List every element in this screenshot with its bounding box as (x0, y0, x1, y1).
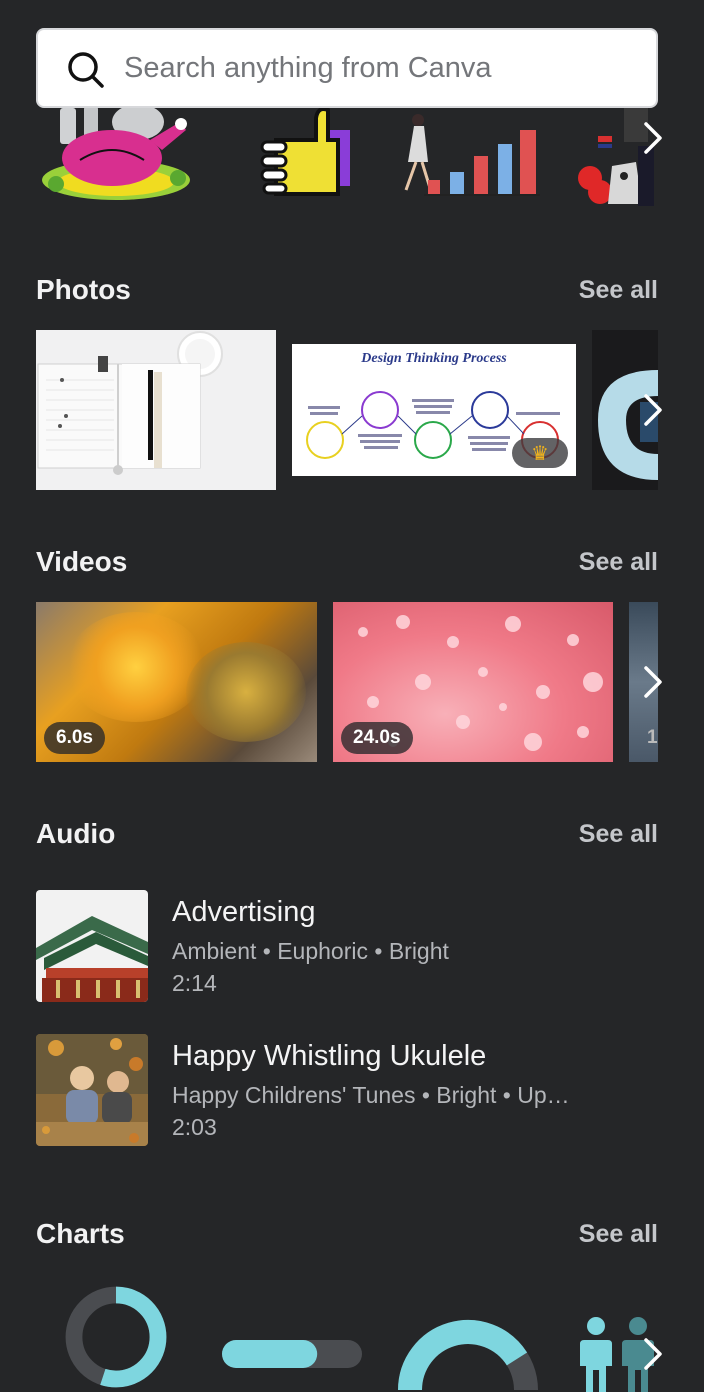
audio-track-thumbnail (36, 890, 148, 1002)
progress-bar-chart[interactable] (222, 1340, 362, 1368)
gauge-chart-value-arc (398, 1320, 528, 1391)
roast-turkey-graphic[interactable] (40, 100, 192, 208)
video-duration-badge: 6.0s (44, 722, 105, 754)
photos-next-arrow-icon[interactable] (636, 390, 670, 430)
audio-track-row[interactable]: Advertising Ambient • Euphoric • Bright … (36, 890, 658, 1002)
search-bar[interactable] (36, 28, 658, 108)
search-input[interactable] (124, 30, 644, 106)
audio-track-duration: 2:14 (172, 970, 217, 996)
audio-track-title: Advertising (172, 896, 316, 928)
gauge-chart[interactable] (396, 1310, 540, 1392)
videos-see-all-link[interactable]: See all (579, 548, 658, 577)
design-thinking-photo[interactable]: Design Thinking Process ♛ (292, 344, 576, 476)
video-duration-badge: 1 (647, 727, 658, 748)
audio-track-meta: Happy Childrens' Tunes • Bright • Upbeat (172, 1082, 572, 1108)
water-drops-video[interactable]: 24.0s (333, 602, 613, 762)
audio-track-title: Happy Whistling Ukulele (172, 1040, 487, 1072)
video-duration-badge: 24.0s (341, 722, 413, 754)
videos-section-title: Videos (36, 546, 128, 577)
fire-video[interactable]: 6.0s (36, 602, 317, 762)
photos-see-all-link[interactable]: See all (579, 276, 658, 305)
audio-see-all-link[interactable]: See all (579, 820, 658, 849)
charts-section-title: Charts (36, 1218, 125, 1249)
notebook-photo[interactable] (36, 330, 276, 490)
graphics-next-arrow-icon[interactable] (636, 118, 670, 158)
premium-crown-icon: ♛ (512, 438, 568, 468)
videos-next-arrow-icon[interactable] (636, 662, 670, 702)
charts-see-all-link[interactable]: See all (579, 1220, 658, 1249)
person-icon (580, 1317, 612, 1392)
progress-bar-fill (222, 1340, 318, 1368)
audio-section-title: Audio (36, 818, 116, 849)
audio-track-row[interactable]: Happy Whistling Ukulele Happy Childrens'… (36, 1034, 658, 1146)
donut-chart[interactable] (44, 1282, 188, 1392)
audio-track-meta: Ambient • Euphoric • Bright (172, 938, 449, 964)
search-icon (68, 52, 104, 88)
charts-next-arrow-icon[interactable] (636, 1334, 670, 1374)
graphics-carousel (0, 100, 704, 220)
thumbs-up-graphic[interactable] (258, 104, 354, 200)
audio-track-thumbnail (36, 1034, 148, 1146)
growth-bar-chart-graphic[interactable] (396, 106, 544, 202)
photos-section-title: Photos (36, 274, 131, 305)
audio-track-duration: 2:03 (172, 1114, 217, 1140)
